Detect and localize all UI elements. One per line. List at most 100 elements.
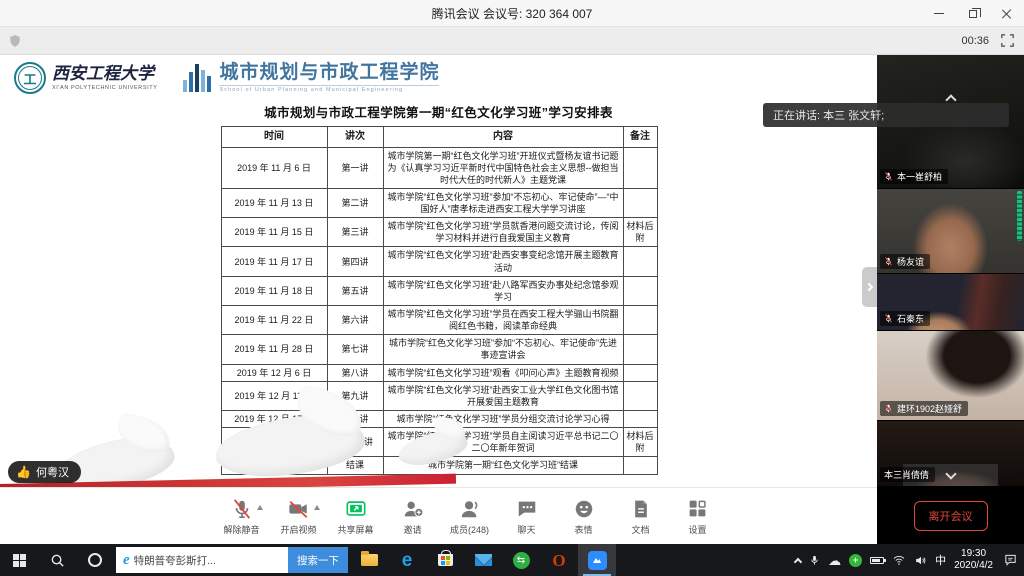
- mail-button[interactable]: [464, 544, 502, 576]
- antivirus-shield-icon[interactable]: +: [849, 554, 862, 567]
- video-tile[interactable]: 本三肖倩倩: [877, 421, 1024, 487]
- taskbar-search-button[interactable]: [38, 544, 76, 576]
- thumbs-up-icon: 👍: [16, 465, 31, 479]
- unmute-button[interactable]: 解除静音: [213, 497, 270, 536]
- video-tile[interactable]: 石秦东: [877, 274, 1024, 331]
- mic-muted-icon: [884, 257, 893, 266]
- cell-lecture: 第三讲: [327, 218, 383, 247]
- mic-muted-icon: [884, 172, 893, 181]
- cortana-button[interactable]: [76, 544, 114, 576]
- green-app-button[interactable]: ⇆: [502, 544, 540, 576]
- cell-note: [623, 276, 657, 305]
- cell-date: 2019 年 11 月 15 日: [221, 218, 327, 247]
- tray-mic-icon[interactable]: [809, 554, 820, 567]
- tencent-meeting-window: 腾讯会议 会议号: 320 364 007 00:36 工 西安工程大学 XI'…: [0, 0, 1024, 576]
- participant-name: 石秦东: [897, 312, 924, 325]
- document-icon: [631, 498, 651, 520]
- col-header-time: 时间: [221, 127, 327, 148]
- start-video-button[interactable]: 开启视频: [270, 497, 327, 536]
- mic-muted-icon: [884, 314, 893, 323]
- table-header-row: 时间 讲次 内容 备注: [221, 127, 657, 148]
- share-screen-icon: [344, 498, 368, 520]
- mic-muted-icon: [884, 404, 893, 413]
- mic-options-caret[interactable]: [257, 505, 263, 510]
- cell-content: 城市学院第一期“红色文化学习班”开班仪式暨杨友谊书记题为《认真学习习近平新时代中…: [383, 147, 623, 188]
- clock-date: 2020/4/2: [954, 560, 993, 573]
- edge-button[interactable]: e: [388, 544, 426, 576]
- meeting-toolbar: 解除静音 开启视频 共享屏幕 邀请 成员(248): [0, 487, 877, 544]
- settings-icon: [687, 498, 708, 519]
- system-tray: ☁ + 中 19:30 2020/4/2: [795, 548, 1024, 573]
- action-center-icon[interactable]: [1003, 553, 1018, 567]
- folder-icon: [361, 554, 378, 566]
- settings-button[interactable]: 设置: [669, 497, 726, 536]
- cell-note: 材料后附: [623, 428, 657, 457]
- office-icon: O: [552, 552, 565, 569]
- cortana-icon: [88, 553, 102, 567]
- table-row: 2019 年 11 月 18 日第五讲城市学院“红色文化学习班”赴八路军西安办事…: [221, 276, 657, 305]
- university-name-en: XI'AN POLYTECHNIC UNIVERSITY: [52, 85, 157, 91]
- security-shield-icon: [8, 34, 22, 48]
- college-building-icon: [183, 62, 211, 92]
- table-row: 2019 年 11 月 15 日第三讲城市学院“红色文化学习班”学员就香港问题交…: [221, 218, 657, 247]
- cell-date: 2019 年 11 月 6 日: [221, 147, 327, 188]
- cell-note: [623, 364, 657, 381]
- wifi-icon[interactable]: [892, 554, 906, 566]
- cell-note: 材料后附: [623, 218, 657, 247]
- invite-icon: [402, 498, 424, 520]
- members-button[interactable]: 成员(248): [441, 497, 498, 536]
- battery-icon[interactable]: [870, 557, 884, 564]
- mail-icon: [475, 554, 492, 566]
- search-submit-button[interactable]: 搜索一下: [288, 547, 348, 573]
- restore-button[interactable]: [956, 0, 990, 27]
- minimize-button[interactable]: [922, 0, 956, 27]
- cell-content: 城市学院“红色文化学习班”学员分组交流讨论学习心得: [383, 411, 623, 428]
- onedrive-cloud-icon[interactable]: ☁: [828, 554, 841, 567]
- microsoft-store-button[interactable]: [426, 544, 464, 576]
- news-headline-text: 特朗普夸彭斯打...: [134, 553, 288, 568]
- cell-note: [623, 411, 657, 428]
- cell-content: 城市学院“红色文化学习班”学员在西安工程大学骊山书院翻阅红色书籍，阅读革命经典: [383, 306, 623, 335]
- chat-button[interactable]: 聊天: [498, 497, 555, 536]
- share-screen-button[interactable]: 共享屏幕: [327, 497, 384, 536]
- cell-content: 城市学院“红色文化学习班”学员就香港问题交流讨论，传阅学习材料并进行自我爱国主义…: [383, 218, 623, 247]
- table-row: 2019 年 11 月 22 日第六讲城市学院“红色文化学习班”学员在西安工程大…: [221, 306, 657, 335]
- cell-lecture: 第八讲: [327, 364, 383, 381]
- tray-expand-chevron-icon[interactable]: [794, 557, 802, 565]
- video-tile[interactable]: 建环1902赵娅舒: [877, 331, 1024, 421]
- leave-meeting-button[interactable]: 离开会议: [914, 501, 988, 531]
- ime-indicator[interactable]: 中: [935, 552, 946, 568]
- cell-note: [623, 381, 657, 410]
- emoji-button[interactable]: 表情: [555, 497, 612, 536]
- schedule-table-title: 城市规划与市政工程学院第一期“红色文化学习班”学习安排表: [221, 102, 657, 121]
- table-row: 2019 年 12 月 6 日第八讲城市学院“红色文化学习班”观看《叩问心声》主…: [221, 364, 657, 381]
- windows-taskbar: e 特朗普夸彭斯打... 搜索一下 e ⇆ O ☁ + 中 19:30 2020…: [0, 544, 1024, 576]
- cell-content: 城市学院“红色文化学习班”赴西安工业大学红色文化图书馆开展爱国主题教育: [383, 381, 623, 410]
- cell-date: 2019 年 11 月 18 日: [221, 276, 327, 305]
- clock-time: 19:30: [954, 548, 993, 561]
- video-tile[interactable]: 杨友谊: [877, 189, 1024, 274]
- document-header: 工 西安工程大学 XI'AN POLYTECHNIC UNIVERSITY 城市…: [14, 62, 877, 94]
- news-search-box[interactable]: e 特朗普夸彭斯打... 搜索一下: [116, 547, 348, 573]
- reaction-bubble: 👍 何粤汉: [8, 461, 81, 483]
- college-name-en: School of Urban Planning and Municipal E…: [219, 85, 439, 93]
- sidebar-collapse-tab[interactable]: [862, 267, 877, 307]
- office-button[interactable]: O: [540, 544, 578, 576]
- taskbar-clock[interactable]: 19:30 2020/4/2: [954, 548, 993, 573]
- close-button[interactable]: [990, 0, 1024, 27]
- file-explorer-button[interactable]: [350, 544, 388, 576]
- university-logo: 工: [14, 62, 46, 94]
- invite-button[interactable]: 邀请: [384, 497, 441, 536]
- cell-lecture: 第四讲: [327, 247, 383, 276]
- volume-icon[interactable]: [914, 554, 927, 567]
- docs-button[interactable]: 文档: [612, 497, 669, 536]
- meeting-timer: 00:36: [961, 35, 989, 47]
- camera-off-icon: [287, 498, 310, 520]
- video-options-caret[interactable]: [314, 505, 320, 510]
- tencent-meeting-taskbar-button[interactable]: [578, 544, 616, 576]
- main-area: 工 西安工程大学 XI'AN POLYTECHNIC UNIVERSITY 城市…: [0, 55, 1024, 487]
- chat-icon: [516, 498, 538, 520]
- mic-muted-icon: [231, 498, 253, 520]
- start-button[interactable]: [0, 544, 38, 576]
- fullscreen-button[interactable]: [1001, 34, 1014, 47]
